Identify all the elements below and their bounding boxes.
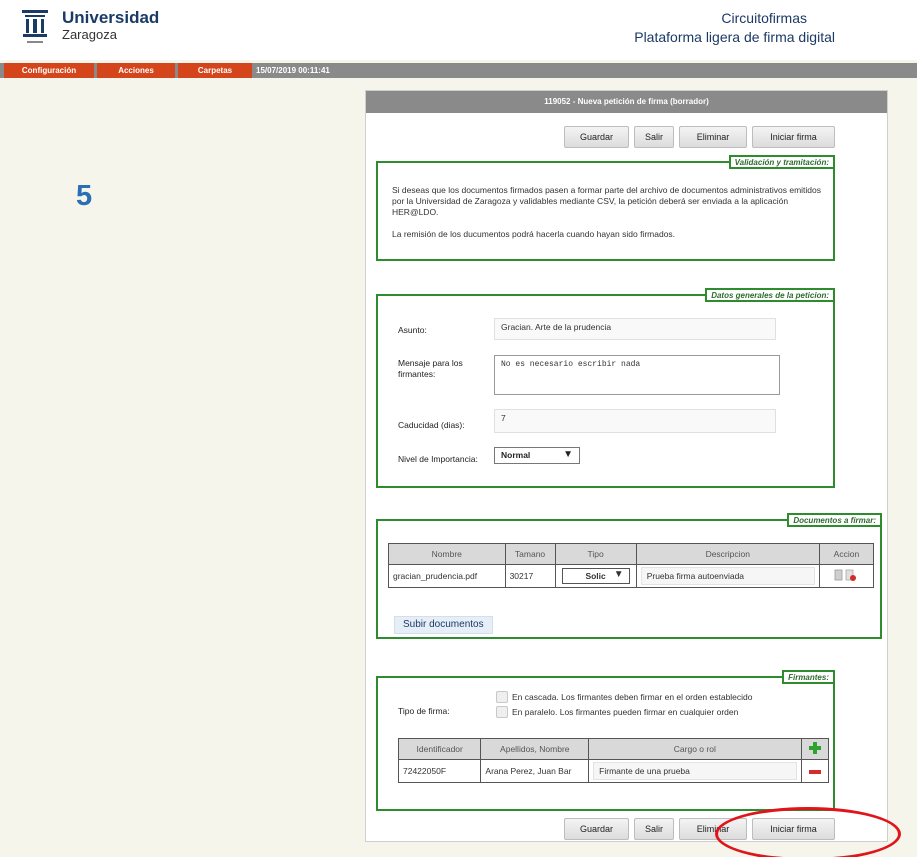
documents-legend: Documentos a firmar: <box>787 513 882 527</box>
document-actions-icon <box>835 569 857 581</box>
priority-label: Nivel de Importancia: <box>398 454 478 464</box>
col-tamano: Tamano <box>504 543 556 565</box>
delete-document-icon[interactable] <box>846 569 857 581</box>
remove-signer-icon[interactable] <box>808 769 821 774</box>
parallel-option-radio[interactable] <box>496 706 508 718</box>
view-document-icon[interactable] <box>835 569 843 581</box>
message-textarea[interactable]: No es necesario escribir nada <box>494 355 780 395</box>
step-number: 5 <box>76 180 93 212</box>
col-cargo-rol: Cargo o rol <box>588 738 802 760</box>
dropdown-arrow-icon: ▼ <box>563 449 573 460</box>
nav-carpetas[interactable]: Carpetas <box>178 63 252 78</box>
validation-legend: Validación y tramitación: <box>728 155 835 169</box>
delete-button-top[interactable]: Eliminar <box>679 126 747 148</box>
table-row: gracian_prudencia.pdf 30217 Solic ▼ Prue… <box>388 564 875 588</box>
col-descripcion: Descripcion <box>635 543 820 565</box>
expiry-label: Caducidad (dias): <box>398 420 465 430</box>
app-title: Circuitofirmas <box>721 10 807 26</box>
start-signing-button-bottom[interactable]: Iniciar firma <box>752 818 835 840</box>
nav-configuracion[interactable]: Configuración <box>4 63 94 78</box>
exit-button-bottom[interactable]: Salir <box>634 818 674 840</box>
cascade-option-label: En cascada. Los firmantes deben firmar e… <box>512 692 753 702</box>
table-row: 72422050F Arana Perez, Juan Bar Firmante… <box>397 759 829 783</box>
doc-size: 30217 <box>504 564 556 588</box>
validation-note: La remisión de los ducumentos podrá hace… <box>392 229 676 239</box>
main-navbar: Configuración Acciones Carpetas 15/07/20… <box>0 63 917 78</box>
col-accion: Accion <box>818 543 875 565</box>
expiry-input[interactable]: 7 <box>494 409 776 433</box>
exit-button-top[interactable]: Salir <box>634 126 674 148</box>
panel-title: 119052 - Nueva petición de firma (borrad… <box>366 91 887 113</box>
upload-documents-button[interactable]: Subir documentos <box>394 616 493 634</box>
save-button-bottom[interactable]: Guardar <box>564 818 629 840</box>
message-label: Mensaje para los firmantes: <box>398 358 463 379</box>
signers-legend: Firmantes: <box>782 670 835 684</box>
general-data-legend: Datos generales de la peticion: <box>705 288 835 302</box>
signers-header-row: Identificador Apellidos, Nombre Cargo o … <box>397 738 829 760</box>
university-name: Universidad <box>62 8 160 27</box>
nav-datetime: 15/07/2019 00:11:41 <box>256 66 330 75</box>
documents-fieldset: Documentos a firmar: Nombre Tamano Tipo … <box>376 513 882 639</box>
documents-header-row: Nombre Tamano Tipo Descripcion Accion <box>388 543 875 565</box>
signer-id: 72422050F <box>397 759 482 783</box>
doc-type-value: Solic <box>585 571 606 581</box>
save-button-top[interactable]: Guardar <box>564 126 629 148</box>
start-signing-button-top[interactable]: Iniciar firma <box>752 126 835 148</box>
cascade-option-radio[interactable] <box>496 691 508 703</box>
documents-table: Nombre Tamano Tipo Descripcion Accion gr… <box>388 543 875 588</box>
col-tipo: Tipo <box>554 543 637 565</box>
validation-fieldset: Validación y tramitación: Si deseas que … <box>376 155 835 261</box>
parallel-option-label: En paralelo. Los firmantes pueden firmar… <box>512 707 739 717</box>
signature-type-label: Tipo de firma: <box>398 706 450 716</box>
validation-paragraph: Si deseas que los documentos firmados pa… <box>392 185 821 217</box>
signer-name: Arana Perez, Juan Bar <box>480 759 590 783</box>
col-identificador: Identificador <box>397 738 482 760</box>
university-logo-icon <box>22 10 48 43</box>
subject-input[interactable]: Gracian. Arte de la prudencia <box>494 318 776 340</box>
doc-description-input[interactable]: Prueba firma autoenviada <box>640 567 815 585</box>
add-signer-icon[interactable] <box>808 742 821 754</box>
subject-label: Asunto: <box>398 325 427 335</box>
doc-type-select[interactable]: Solic ▼ <box>561 568 630 584</box>
col-apellidos-nombre: Apellidos, Nombre <box>480 738 590 760</box>
university-city: Zaragoza <box>62 27 117 42</box>
delete-button-bottom[interactable]: Eliminar <box>679 818 747 840</box>
app-subtitle: Plataforma ligera de firma digital <box>634 29 835 45</box>
signers-fieldset: Firmantes: Tipo de firma: En cascada. Lo… <box>376 670 835 811</box>
doc-name: gracian_prudencia.pdf <box>388 564 506 588</box>
petition-panel: 119052 - Nueva petición de firma (borrad… <box>365 90 888 842</box>
dropdown-arrow-icon: ▼ <box>613 569 624 580</box>
nav-acciones[interactable]: Acciones <box>97 63 175 78</box>
signer-role-input[interactable]: Firmante de una prueba <box>593 762 797 780</box>
col-nombre: Nombre <box>388 543 506 565</box>
signers-table: Identificador Apellidos, Nombre Cargo o … <box>397 738 829 783</box>
priority-selected-value: Normal <box>501 450 531 460</box>
general-data-fieldset: Datos generales de la peticion: Asunto: … <box>376 288 835 488</box>
priority-select[interactable]: Normal ▼ <box>494 447 580 464</box>
app-header: Universidad Zaragoza Circuitofirmas Plat… <box>0 0 917 60</box>
